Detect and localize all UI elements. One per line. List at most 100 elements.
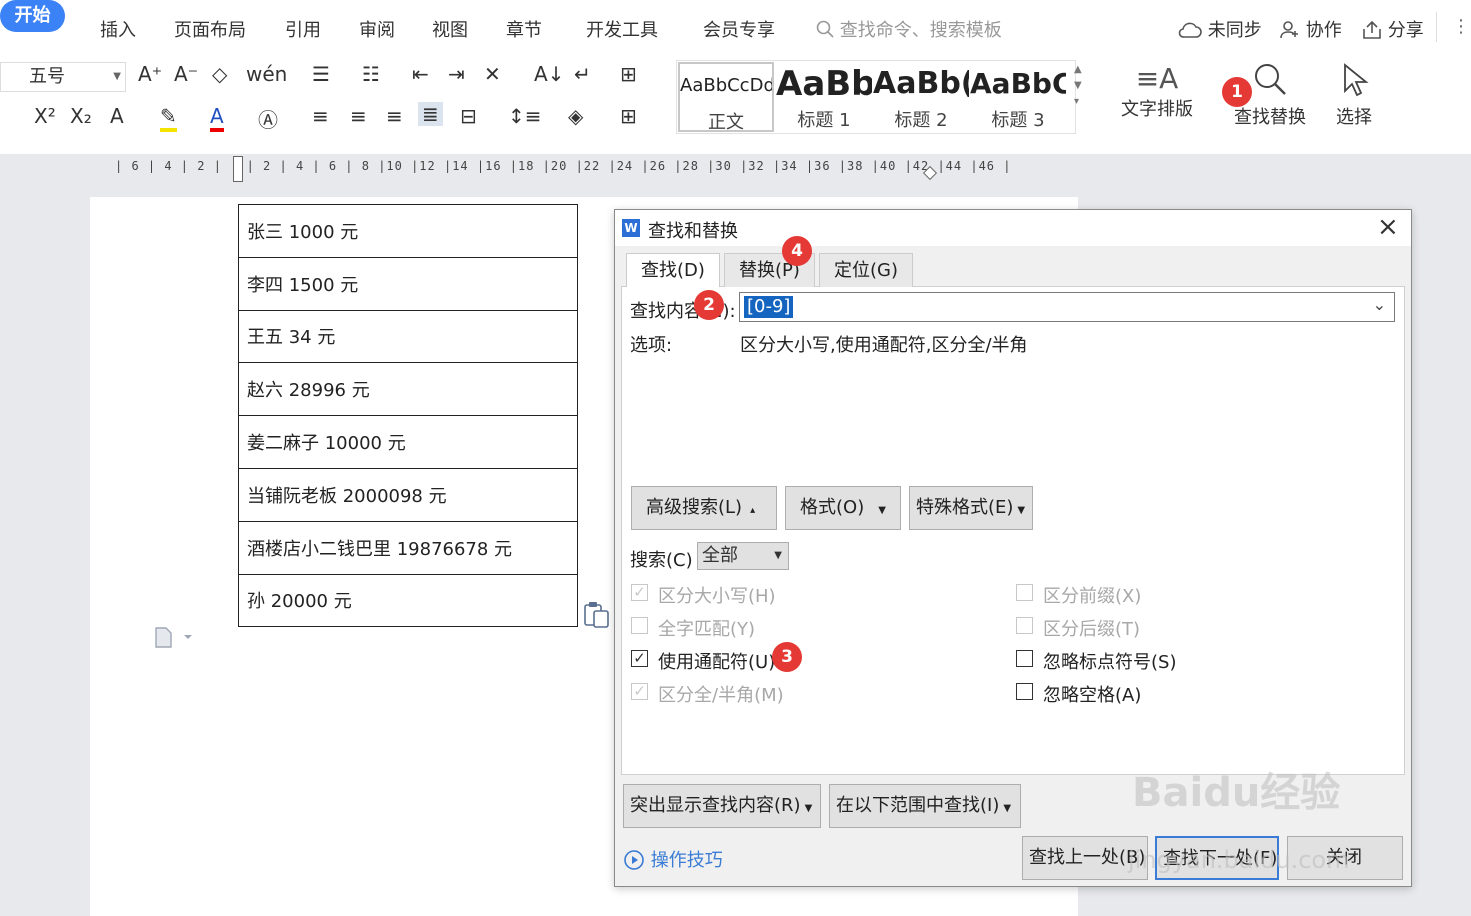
font-color-icon[interactable]: A <box>210 104 224 132</box>
document-icon[interactable] <box>154 626 194 648</box>
decrease-indent-icon[interactable]: ⇤ <box>412 62 429 86</box>
match-case-label: 区分大小写(H) <box>658 586 776 607</box>
font-size-value: 五号 <box>29 66 65 87</box>
table-cell[interactable]: 赵六 28996 元 <box>238 362 578 417</box>
table-cell[interactable]: 李四 1500 元 <box>238 256 578 311</box>
sync-status[interactable]: 未同步 <box>1178 16 1262 42</box>
ignore-punctuation-checkbox[interactable] <box>1016 650 1033 667</box>
chinese-layout-icon[interactable]: ✕ <box>484 62 501 86</box>
match-suffix-label: 区分后缀(T) <box>1043 619 1141 640</box>
eraser-icon[interactable]: ◇ <box>212 62 227 86</box>
table-row[interactable]: 酒楼店小二钱巴里 19876678 元 <box>238 520 578 575</box>
tab-section[interactable]: 章节 <box>506 16 542 42</box>
table-cell[interactable]: 王五 34 元 <box>238 309 578 364</box>
align-center-icon[interactable]: ≡ <box>350 104 367 128</box>
command-search[interactable]: 查找命令、搜索模板 <box>816 16 1002 42</box>
align-left-icon[interactable]: ≡ <box>312 104 329 128</box>
style-normal[interactable]: AaBbCcDd 正文 <box>678 62 774 133</box>
match-prefix-label: 区分前缀(X) <box>1043 586 1142 607</box>
table-cell[interactable]: 张三 1000 元 <box>238 204 578 258</box>
match-suffix-checkbox[interactable] <box>1016 617 1033 634</box>
table-row[interactable]: 当铺阮老板 2000098 元 <box>238 467 578 522</box>
find-what-input[interactable]: [0-9] ⌄ <box>739 292 1395 322</box>
tab-insert[interactable]: 插入 <box>100 16 136 42</box>
format-button[interactable]: 格式(O) ▼ <box>785 486 901 530</box>
tab-member[interactable]: 会员专享 <box>703 16 775 42</box>
table-cell[interactable]: 姜二麻子 10000 元 <box>238 415 578 469</box>
distribute-icon[interactable]: ⊟ <box>460 104 477 128</box>
tips-link[interactable]: 操作技巧 <box>623 846 723 872</box>
table-cell[interactable]: 孙 20000 元 <box>238 573 578 628</box>
style-heading-1[interactable]: AaBb 标题 1 <box>776 62 872 132</box>
sort-icon[interactable]: A↓ <box>534 62 564 86</box>
search-direction-select[interactable]: 全部 ▼ <box>697 542 789 570</box>
style-heading-3[interactable]: AaBbC 标题 3 <box>970 62 1066 132</box>
indent-marker[interactable] <box>233 156 243 182</box>
find-in-label: 在以下范围中查找(I) <box>836 795 1000 816</box>
align-right-icon[interactable]: ≡ <box>386 104 403 128</box>
shading-icon[interactable]: ◈ <box>568 104 583 128</box>
numbered-list-icon[interactable]: ☷ <box>362 62 380 86</box>
tab-goto[interactable]: 定位(G) <box>819 253 913 287</box>
full-half-width-checkbox[interactable]: ✓ <box>631 683 648 700</box>
wildcards-checkbox[interactable]: ✓ <box>631 650 648 667</box>
ignore-punctuation-label: 忽略标点符号(S) <box>1043 652 1177 673</box>
tab-review[interactable]: 审阅 <box>359 16 395 42</box>
increase-indent-icon[interactable]: ⇥ <box>448 62 465 86</box>
close-icon[interactable]: × <box>1377 212 1399 242</box>
document-table[interactable]: 张三 1000 元 李四 1500 元 王五 34 元 赵六 28996 元 姜… <box>238 204 578 628</box>
table-row[interactable]: 张三 1000 元 <box>238 204 578 258</box>
table-row[interactable]: 王五 34 元 <box>238 309 578 364</box>
table-row[interactable]: 李四 1500 元 <box>238 256 578 311</box>
text-layout-icon: ≡A <box>1135 62 1179 95</box>
table-cell[interactable]: 酒楼店小二钱巴里 19876678 元 <box>238 520 578 575</box>
highlight-results-button[interactable]: 突出显示查找内容(R) ▼ <box>623 784 821 828</box>
bullet-list-icon[interactable]: ☰ <box>312 62 330 86</box>
text-effect-icon[interactable]: A <box>110 104 124 128</box>
table-cell[interactable]: 当铺阮老板 2000098 元 <box>238 467 578 522</box>
whole-word-checkbox[interactable] <box>631 617 648 634</box>
table-tools-icon[interactable]: ⊞ <box>620 62 637 86</box>
gallery-scroll-icon[interactable]: ▲ ▼ ▾ <box>1074 62 1082 110</box>
tab-references[interactable]: 引用 <box>285 16 321 42</box>
phonetic-icon[interactable]: wén <box>246 62 287 86</box>
grow-font-icon[interactable]: A⁺ <box>138 62 162 86</box>
ignore-space-checkbox[interactable] <box>1016 683 1033 700</box>
text-layout-button[interactable]: ≡A 文字排版 <box>1112 62 1202 121</box>
horizontal-ruler[interactable]: | 6 | 4 | 2 | | 2 | 4 | 6 | 8 |10 |12 |1… <box>105 154 1105 184</box>
tab-view[interactable]: 视图 <box>432 16 468 42</box>
border-icon[interactable]: ⊞ <box>620 104 637 128</box>
show-marks-icon[interactable]: ↵ <box>574 62 591 86</box>
superscript-icon[interactable]: X² <box>34 104 56 128</box>
tab-developer[interactable]: 开发工具 <box>586 16 658 42</box>
tab-find[interactable]: 查找(D) <box>626 253 720 287</box>
tab-page-layout[interactable]: 页面布局 <box>174 16 246 42</box>
style-heading-2[interactable]: AaBb( 标题 2 <box>873 62 969 132</box>
more-icon[interactable]: ⋮ <box>1452 16 1470 37</box>
table-row[interactable]: 姜二麻子 10000 元 <box>238 415 578 469</box>
collaborate-button[interactable]: 协作 <box>1280 16 1342 42</box>
find-in-button[interactable]: 在以下范围中查找(I) ▼ <box>829 784 1021 828</box>
subscript-icon[interactable]: X₂ <box>70 104 92 128</box>
share-icon <box>1363 20 1381 39</box>
match-case-checkbox[interactable]: ✓ <box>631 584 648 601</box>
advanced-search-button[interactable]: 高级搜索(L) ▴ <box>631 486 777 530</box>
shrink-font-icon[interactable]: A⁻ <box>174 62 198 86</box>
justify-icon[interactable]: ≣ <box>418 102 443 126</box>
table-row[interactable]: 孙 20000 元 <box>238 573 578 628</box>
step-badge-1: 1 <box>1222 77 1252 107</box>
match-prefix-checkbox[interactable] <box>1016 584 1033 601</box>
font-size-select[interactable]: 五号 ▼ <box>0 62 126 92</box>
special-format-button[interactable]: 特殊格式(E) ▼ <box>909 486 1033 530</box>
line-spacing-icon[interactable]: ↕≡ <box>508 104 542 128</box>
share-button[interactable]: 分享 <box>1362 16 1424 42</box>
dialog-titlebar[interactable]: W 查找和替换 × <box>615 210 1411 246</box>
tab-start[interactable]: 开始 <box>0 0 65 32</box>
table-row[interactable]: 赵六 28996 元 <box>238 362 578 417</box>
chevron-down-icon[interactable]: ⌄ <box>1373 295 1386 314</box>
highlight-icon[interactable]: ✎ <box>160 104 177 132</box>
select-button[interactable]: 选择 <box>1324 62 1384 129</box>
sync-label: 未同步 <box>1207 20 1262 41</box>
char-border-icon[interactable]: Ⓐ <box>258 104 278 133</box>
paste-options-icon[interactable] <box>582 600 612 630</box>
